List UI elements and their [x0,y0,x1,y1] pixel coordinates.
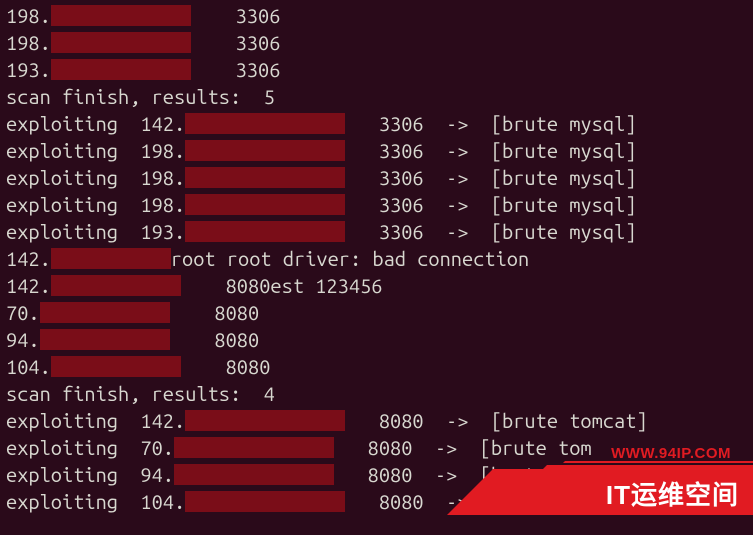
ip-prefix: 198. [140,164,185,191]
scan-row: 193. 3306 [6,56,747,83]
exploit-label: exploiting [6,218,118,245]
port: 3306 [345,218,423,245]
ip-prefix: 142. [140,110,185,137]
exploit-row: exploiting 142. 8080 -> [brute tomcat] [6,407,747,434]
exploit-label: exploiting [6,461,118,488]
ip-prefix: 70. [140,434,174,461]
driver-error-text: root root driver: bad connection [171,245,529,272]
exploit-label: exploiting [6,164,118,191]
port: 3306 [191,2,281,29]
brute-tag: [brute mysql] [491,191,637,218]
ip-prefix: 94. [6,326,40,353]
brute-tag: [brute mysql] [491,218,637,245]
scan-finish-count: 4 [241,380,275,407]
brute-tag: [brute mysql] [491,137,637,164]
port: 3306 [191,29,281,56]
ip-prefix: 198. [6,2,51,29]
brute-tag: [b [491,488,513,515]
exploit-row: exploiting 198. 3306 -> [brute mysql] [6,191,747,218]
arrow: -> [424,137,491,164]
scan-row: 198. 3306 [6,29,747,56]
port: 8080 [334,434,412,461]
port: 8080 [170,299,260,326]
exploit-row: exploiting 198. 3306 -> [brute mysql] [6,164,747,191]
exploit-label: exploiting [6,434,118,461]
ip-prefix: 70. [6,299,40,326]
brute-tag: [brute mysql] [491,110,637,137]
arrow: -> [424,110,491,137]
exploit-row: exploiting 142. 3306 -> [brute mysql] [6,110,747,137]
port: 8080 [345,488,423,515]
arrow: -> [424,164,491,191]
scan-finish-label: scan finish, results: [6,380,241,407]
brute-tag: [brute mysql] [491,164,637,191]
ip-prefix: 198. [140,191,185,218]
port: 8080 [345,407,423,434]
terminal-output: 198. 3306198. 3306193. 3306scan finish, … [6,2,747,515]
ip-prefix: 198. [6,29,51,56]
port: 8080 [181,353,271,380]
port: 8080 [181,272,271,299]
ip-prefix: 142. [6,245,51,272]
exploit-row: exploiting 94. 8080 -> [brute [6,461,747,488]
arrow: -> [424,191,491,218]
driver-error-line: 142. root root driver: bad connection [6,245,747,272]
scan-row: 198. 3306 [6,2,747,29]
ip-prefix: 142. [140,407,185,434]
exploit-row: exploiting 193. 3306 -> [brute mysql] [6,218,747,245]
arrow: -> [412,434,479,461]
ip-prefix: 104. [6,353,51,380]
brute-tag: [brute tomcat] [491,407,648,434]
port: 3306 [345,164,423,191]
port: 3306 [345,137,423,164]
brute-tag: [brute tom [480,434,592,461]
port: 3306 [345,191,423,218]
ip-prefix: 94. [140,461,174,488]
scan-row: 142. 8080est 123456 [6,272,747,299]
exploit-row: exploiting 198. 3306 -> [brute mysql] [6,137,747,164]
arrow: -> [424,488,491,515]
scan-finish-count: 5 [241,83,275,110]
scan-finish-line: scan finish, results: 5 [6,83,747,110]
scan-row: 70. 8080 [6,299,747,326]
scan-row: 94. 8080 [6,326,747,353]
exploit-label: exploiting [6,110,118,137]
arrow: -> [424,218,491,245]
brute-tag: [brute [480,461,558,488]
arrow: -> [424,407,491,434]
ip-prefix: 198. [140,137,185,164]
exploit-label: exploiting [6,488,118,515]
port: 8080 [334,461,412,488]
exploit-label: exploiting [6,137,118,164]
scan-finish-label: scan finish, results: [6,83,241,110]
port: 3306 [191,56,281,83]
ip-prefix: 142. [6,272,51,299]
ip-prefix: 104. [140,488,185,515]
exploit-label: exploiting [6,407,118,434]
scan-tail: est 123456 [270,272,382,299]
ip-prefix: 193. [6,56,51,83]
arrow: -> [412,461,479,488]
port: 3306 [345,110,423,137]
exploit-row: exploiting 104. 8080 -> [b [6,488,747,515]
ip-prefix: 193. [140,218,185,245]
port: 8080 [170,326,260,353]
exploit-row: exploiting 70. 8080 -> [brute tom [6,434,747,461]
exploit-label: exploiting [6,191,118,218]
scan-finish-line: scan finish, results: 4 [6,380,747,407]
scan-row: 104. 8080 [6,353,747,380]
